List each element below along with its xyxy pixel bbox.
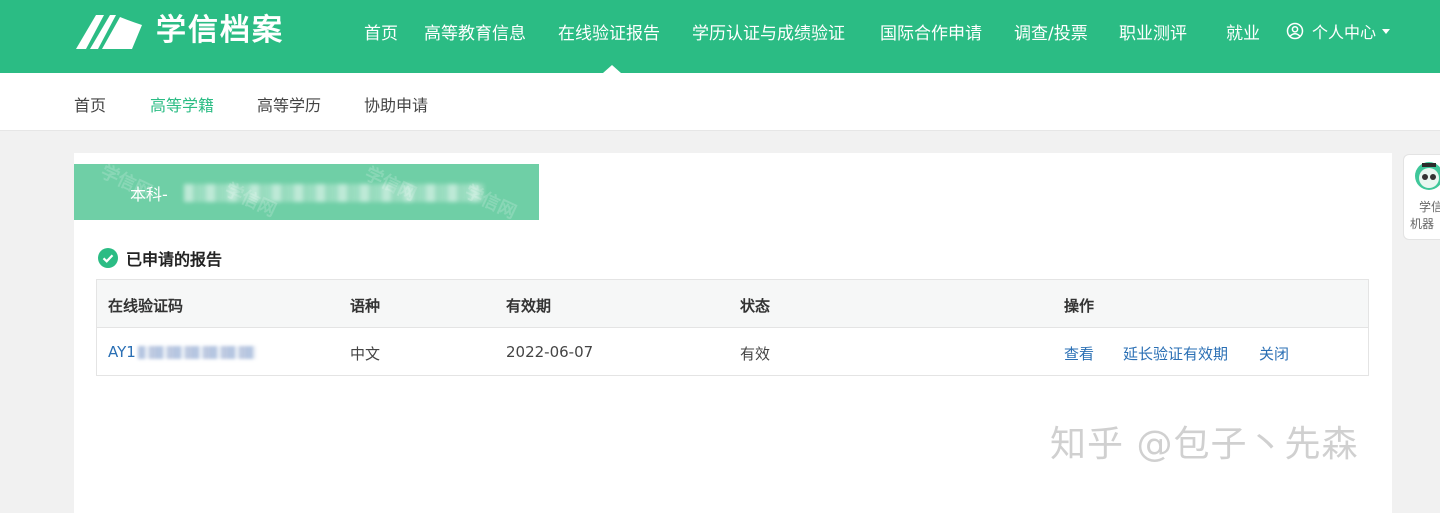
table-header: 在线验证码 语种 有效期 状态 操作 bbox=[97, 280, 1368, 328]
redacted-code bbox=[137, 346, 256, 359]
robot-label-line1: 学信 bbox=[1419, 200, 1440, 214]
redacted-school-info bbox=[184, 184, 484, 202]
nav-item-home[interactable]: 首页 bbox=[364, 19, 398, 44]
zhihu-watermark: 知乎 @包子丶先森 bbox=[1050, 424, 1359, 465]
user-center-menu[interactable]: 个人中心 bbox=[1286, 19, 1391, 43]
robot-label: 学信 机器 bbox=[1410, 199, 1440, 233]
col-header-validity: 有效期 bbox=[506, 297, 552, 315]
degree-label: 本科- bbox=[130, 185, 168, 204]
assistant-robot-widget[interactable]: 学信 机器 bbox=[1403, 154, 1440, 240]
nav-item-employment[interactable]: 就业 bbox=[1226, 19, 1260, 44]
nav-item-survey-vote[interactable]: 调查/投票 bbox=[1014, 19, 1088, 44]
verification-code-link[interactable]: AY1 bbox=[108, 343, 256, 361]
check-circle-icon bbox=[98, 248, 118, 268]
user-circle-icon bbox=[1286, 22, 1304, 40]
cell-valid-until: 2022-06-07 bbox=[506, 343, 594, 361]
reports-table: 在线验证码 语种 有效期 状态 操作 AY1 中文 2022-06-07 有效 … bbox=[96, 279, 1369, 376]
extend-validity-button[interactable]: 延长验证有效期 bbox=[1123, 343, 1228, 364]
col-header-code: 在线验证码 bbox=[108, 297, 184, 315]
section-title: 已申请的报告 bbox=[98, 246, 222, 270]
sub-nav-bar: 首页 高等学籍 高等学历 协助申请 bbox=[0, 73, 1440, 131]
nav-item-higher-education[interactable]: 高等教育信息 bbox=[424, 19, 526, 44]
active-nav-indicator bbox=[603, 65, 621, 73]
table-row: AY1 中文 2022-06-07 有效 查看 延长验证有效期 关闭 bbox=[97, 328, 1368, 375]
brand-logo[interactable]: 学信档案 bbox=[74, 9, 284, 53]
nav-item-degree-certification[interactable]: 学历认证与成绩验证 bbox=[692, 19, 845, 44]
section-title-text: 已申请的报告 bbox=[126, 250, 223, 269]
subnav-item-higher-enrollment[interactable]: 高等学籍 bbox=[150, 92, 214, 116]
close-button[interactable]: 关闭 bbox=[1259, 343, 1289, 364]
user-center-label: 个人中心 bbox=[1312, 23, 1377, 42]
nav-item-career-assessment[interactable]: 职业测评 bbox=[1119, 19, 1187, 44]
nav-item-international-cooperation[interactable]: 国际合作申请 bbox=[880, 19, 982, 44]
robot-avatar-icon bbox=[1415, 162, 1440, 190]
col-header-language: 语种 bbox=[350, 297, 381, 315]
view-button[interactable]: 查看 bbox=[1064, 343, 1094, 364]
cell-status: 有效 bbox=[740, 345, 771, 363]
degree-banner: 学信网 学信网 学信网 学信网 本科- bbox=[74, 164, 539, 220]
col-header-actions: 操作 bbox=[1064, 297, 1095, 315]
subnav-item-higher-degree[interactable]: 高等学历 bbox=[257, 92, 321, 116]
chevron-down-icon bbox=[1382, 28, 1391, 34]
robot-label-line2: 机器 bbox=[1410, 217, 1435, 231]
verification-code-text: AY1 bbox=[108, 343, 136, 361]
book-logo-icon bbox=[76, 15, 142, 49]
col-header-status: 状态 bbox=[740, 297, 771, 315]
top-nav-bar: 学信档案 首页 高等教育信息 在线验证报告 学历认证与成绩验证 国际合作申请 调… bbox=[0, 0, 1440, 73]
subnav-item-home[interactable]: 首页 bbox=[74, 92, 106, 116]
cell-language: 中文 bbox=[350, 345, 381, 363]
brand-name: 学信档案 bbox=[156, 13, 284, 48]
subnav-item-assist-apply[interactable]: 协助申请 bbox=[364, 92, 428, 116]
nav-item-online-verification-report[interactable]: 在线验证报告 bbox=[558, 19, 660, 44]
